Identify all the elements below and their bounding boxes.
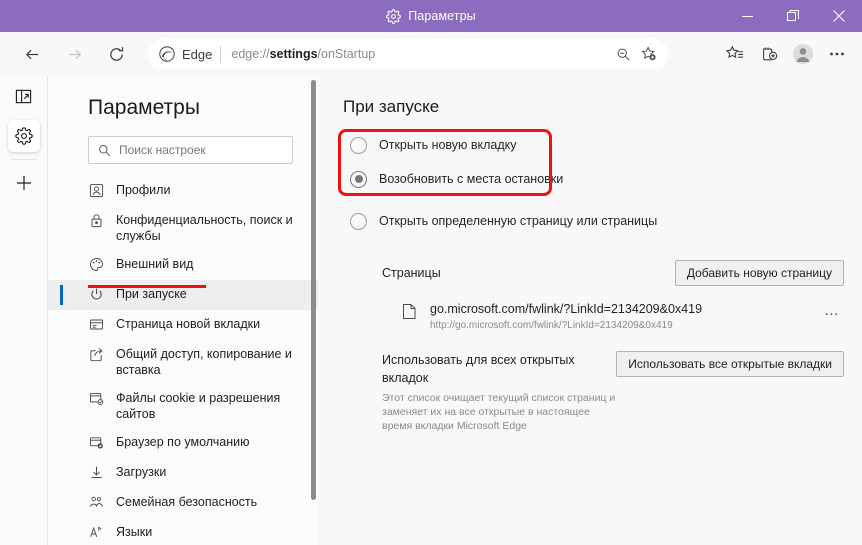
sidebar-item-share-copy-paste[interactable]: Общий доступ, копирование и вставка [48,340,318,384]
radio-continue-where-left-off[interactable]: Возобновить с места остановки [350,164,862,194]
new-tab-icon [88,317,105,332]
sidebar-item-privacy[interactable]: Конфиденциальность, поиск и службы [48,206,318,250]
radio-open-specific-pages[interactable]: Открыть определенную страницу или страни… [350,206,862,236]
sidebar-item-label: Конфиденциальность, поиск и службы [116,213,293,243]
omnibox-url-text[interactable]: edge://settings/onStartup [231,47,610,61]
split-screen-icon[interactable] [0,76,47,116]
cookies-icon [88,391,105,406]
sidebar-item-label: Браузер по умолчанию [116,435,250,449]
page-list-item[interactable]: go.microsoft.com/fwlink/?LinkId=2134209&… [402,300,844,333]
settings-nav-list: Профили Конфиденциальность, поиск и служ… [48,176,318,545]
use-all-open-tabs-text: Использовать для всех открытых вкладок Э… [382,351,616,433]
window-title: Параметры [408,9,476,23]
gear-icon [386,8,402,24]
languages-icon [88,525,105,540]
sidebar-item-label: Внешний вид [116,257,194,271]
url-prefix: edge:// [231,47,270,61]
minimize-icon[interactable] [724,0,770,32]
appearance-icon [88,257,105,272]
toolbar-right-group [718,39,854,69]
sidebar-item-new-tab-page[interactable]: Страница новой вкладки [48,310,318,340]
radio-indicator-checked[interactable] [350,170,367,188]
downloads-icon [88,465,105,480]
sidebar-item-label: Профили [116,183,171,197]
sidebar-item-label: Файлы cookie и разрешения сайтов [116,391,281,421]
sidebar-item-languages[interactable]: Языки [48,518,318,545]
sidebar-item-label: Загрузки [116,465,167,479]
power-icon [88,287,105,302]
page-list-item-title: go.microsoft.com/fwlink/?LinkId=2134209&… [430,302,703,316]
sidebar-item-profiles[interactable]: Профили [48,176,318,206]
sidebar-item-label: При запуске [116,287,187,301]
edge-vertical-strip [0,76,47,545]
sidebar-title: Параметры [88,96,200,119]
use-all-open-tabs-title: Использовать для всех открытых вкладок [382,353,575,385]
address-bar[interactable]: Edge edge://settings/onStartup [148,39,668,69]
add-new-page-button[interactable]: Добавить новую страницу [674,260,844,286]
radio-label: Возобновить с места остановки [379,172,564,186]
family-safety-icon [88,495,105,510]
refresh-icon[interactable] [98,36,134,72]
zoom-out-icon[interactable] [610,41,636,67]
back-arrow-icon[interactable] [14,36,50,72]
settings-gear-glyph [7,120,40,152]
annotation-red-underline [88,285,206,288]
sidebar-item-label: Общий доступ, копирование и вставка [116,347,292,377]
radio-label: Открыть новую вкладку [379,138,517,152]
use-all-open-tabs-row: Использовать для всех открытых вкладок Э… [382,351,844,433]
more-options-icon[interactable] [820,39,854,69]
window-titlebar: Параметры [0,0,862,32]
radio-indicator[interactable] [350,136,367,154]
sidebar-item-label: Страница новой вкладки [116,317,261,331]
favorites-list-icon[interactable] [718,39,752,69]
use-all-open-tabs-description: Этот список очищает текущий список стран… [382,392,616,432]
add-glyph [15,174,33,192]
url-suffix: /onStartup [317,47,376,61]
search-icon [98,144,111,157]
window-controls [724,0,862,32]
forward-arrow-icon [56,36,92,72]
search-input[interactable] [119,143,279,157]
strip-divider [10,159,37,160]
add-icon[interactable] [0,163,47,203]
sidebar-item-label: Семейная безопасность [116,495,258,509]
page-title: При запуске [343,97,440,116]
page-document-icon [402,303,418,320]
sidebar-item-appearance[interactable]: Внешний вид [48,250,318,280]
default-browser-icon [88,435,105,450]
settings-gear-icon[interactable] [0,116,47,156]
sidebar-item-family-safety[interactable]: Семейная безопасность [48,488,318,518]
page-list-item-url: http://go.microsoft.com/fwlink/?LinkId=2… [430,320,673,331]
page-list-item-text: go.microsoft.com/fwlink/?LinkId=2134209&… [430,300,820,333]
sidebar-item-label: Языки [116,525,153,539]
edge-logo-icon [159,46,175,62]
page-item-more-icon[interactable]: … [820,302,844,319]
sidebar-item-downloads[interactable]: Загрузки [48,458,318,488]
restore-icon[interactable] [770,0,816,32]
pages-label: Страницы [382,266,441,280]
use-all-open-tabs-button[interactable]: Использовать все открытые вкладки [616,351,844,377]
close-icon[interactable] [816,0,862,32]
radio-label: Открыть определенную страницу или страни… [379,214,658,228]
pages-header-row: Страницы Добавить новую страницу [382,260,844,286]
url-bold-segment: settings [269,47,318,61]
collections-icon[interactable] [752,39,786,69]
radio-open-new-tab[interactable]: Открыть новую вкладку [350,130,862,160]
profile-avatar-icon[interactable] [786,39,820,69]
settings-search-box[interactable] [88,136,293,164]
lock-icon [88,213,105,228]
settings-sidebar: Параметры Профили [47,76,318,545]
radio-indicator[interactable] [350,212,367,230]
profiles-icon [88,183,105,198]
add-favorite-icon[interactable] [636,41,662,67]
sidebar-item-cookies[interactable]: Файлы cookie и разрешения сайтов [48,384,318,428]
settings-main-panel: При запуске Открыть новую вкладку Возобн… [318,76,862,545]
omnibox-separator [220,45,222,63]
sidebar-item-default-browser[interactable]: Браузер по умолчанию [48,428,318,458]
sidebar-scrollbar[interactable] [311,80,316,500]
omnibox-brand-label: Edge [182,46,213,62]
titlebar-center-group: Параметры [386,8,476,24]
share-icon [88,347,105,362]
split-screen-glyph [15,88,32,105]
